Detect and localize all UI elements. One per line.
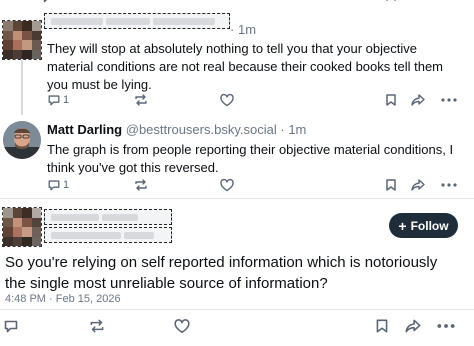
bookmark-icon — [386, 179, 396, 191]
more-button[interactable] — [440, 93, 458, 107]
post-text: The graph is from people reporting their… — [47, 142, 454, 175]
reply-button[interactable]: 1 — [47, 93, 69, 107]
reply-icon — [43, 0, 48, 3]
bookmark-button[interactable] — [384, 0, 398, 2]
follow-plus-icon: + — [398, 217, 407, 234]
bookmark-button[interactable] — [374, 318, 390, 334]
reply-icon — [48, 180, 60, 191]
bookmark-button[interactable] — [384, 93, 398, 107]
author-name-redacted[interactable] — [44, 209, 172, 225]
avatar[interactable] — [3, 121, 41, 159]
focused-post-actions — [0, 318, 474, 336]
meta-separator: · — [280, 122, 285, 137]
bookmark-icon — [386, 0, 396, 1]
repost-icon — [135, 179, 147, 191]
more-button[interactable] — [436, 318, 456, 334]
post-header: Matt Darling @besttrousers.bsky.social ·… — [47, 122, 306, 137]
share-icon — [411, 179, 425, 191]
reply-count: 1 — [63, 94, 70, 106]
more-icon — [441, 98, 457, 102]
avatar[interactable] — [2, 207, 42, 247]
post-1-top-actions — [0, 0, 474, 6]
reply-button[interactable]: 1 — [47, 178, 69, 192]
post-time[interactable]: 1m — [288, 122, 306, 137]
repost-button[interactable] — [88, 318, 106, 334]
thread-line — [21, 60, 23, 115]
avatar-photo — [3, 121, 41, 159]
bookmark-button[interactable] — [384, 178, 398, 192]
repost-button[interactable] — [133, 178, 149, 192]
like-button[interactable] — [219, 93, 235, 107]
share-icon — [405, 319, 421, 333]
author-name-redacted[interactable] — [44, 13, 230, 29]
more-button[interactable] — [440, 178, 458, 192]
post-time-value[interactable]: 1m — [238, 22, 256, 37]
avatar[interactable] — [2, 20, 42, 60]
author-handle[interactable]: @besttrousers.bsky.social — [126, 122, 277, 137]
more-icon — [437, 324, 455, 328]
post-1[interactable]: · 1m They will stop at absolutely nothin… — [0, 0, 474, 113]
more-icon — [441, 183, 457, 187]
post-2[interactable]: Matt Darling @besttrousers.bsky.social ·… — [0, 113, 474, 198]
like-icon — [174, 319, 190, 333]
focused-post-text: So you're relying on self reported infor… — [5, 254, 438, 292]
like-button[interactable] — [173, 318, 191, 334]
share-button[interactable] — [404, 318, 422, 334]
author-handle-redacted[interactable] — [44, 227, 172, 243]
post-actions: 1 — [0, 178, 474, 196]
more-icon — [440, 0, 458, 2]
repost-icon — [90, 319, 104, 333]
divider — [0, 309, 474, 310]
share-button[interactable] — [410, 178, 426, 192]
more-button[interactable] — [440, 0, 458, 2]
bookmark-icon — [386, 94, 396, 106]
meta-separator: · — [230, 22, 235, 37]
bookmark-icon — [376, 319, 388, 333]
repost-icon — [135, 94, 147, 106]
post-text: They will stop at absolutely nothing to … — [47, 41, 443, 92]
author-name[interactable]: Matt Darling — [47, 122, 122, 137]
share-button[interactable] — [410, 93, 426, 107]
reply-count: 1 — [63, 179, 70, 191]
post-time: · 1m — [230, 22, 256, 37]
reply-icon — [4, 320, 18, 333]
follow-label: Follow — [410, 218, 449, 233]
post-timestamp[interactable]: 4:48 PM · Feb 15, 2026 — [5, 293, 121, 305]
like-button[interactable] — [219, 178, 235, 192]
follow-button[interactable]: + Follow — [389, 213, 458, 238]
reply-button[interactable] — [3, 318, 19, 334]
reply-button[interactable] — [40, 0, 56, 4]
like-icon — [220, 93, 234, 107]
reply-icon — [48, 95, 60, 106]
share-icon — [411, 94, 425, 106]
like-icon — [220, 178, 234, 192]
post-actions: 1 — [0, 93, 474, 111]
repost-button[interactable] — [133, 93, 149, 107]
